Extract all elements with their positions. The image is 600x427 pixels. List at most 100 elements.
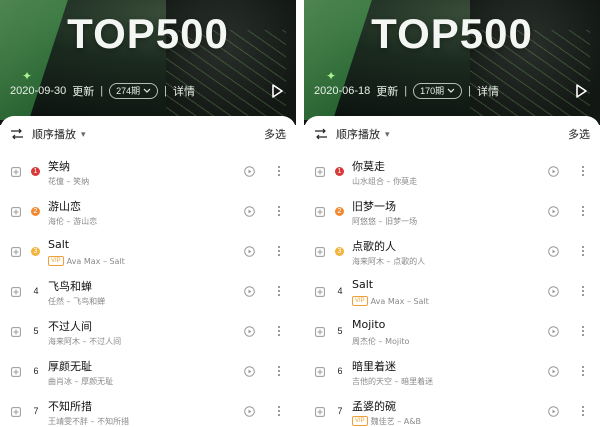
song-subtitle: 吉他的天空 – 暗里着迷 [352,376,528,386]
more-icon[interactable] [580,204,586,218]
table-row[interactable]: 5 Mojito 周杰伦 – Mojito [304,312,600,352]
play-circle-icon[interactable] [244,366,255,377]
play-circle-icon[interactable] [548,206,559,217]
track-list: 1 你莫走 山水组合 – 你莫走 2 旧梦一场 阿悠悠 – 旧梦一场 3 点歌的… [304,152,600,427]
play-circle-icon[interactable] [244,286,255,297]
play-mode-label: 顺序播放 [336,129,380,141]
table-row[interactable]: 3 Salt VIP Ava Max – Salt [0,232,296,272]
add-to-playlist-icon[interactable] [315,407,325,417]
multi-select-button[interactable]: 多选 [568,126,590,142]
details-link[interactable]: 详情 [477,83,499,99]
artist-line: 吉他的天空 – 暗里着迷 [352,376,434,386]
track-list-sheet: 顺序播放 ▾ 多选 1 你莫走 山水组合 – 你莫走 2 旧梦一场 阿悠悠 – … [304,116,600,427]
play-circle-icon[interactable] [244,326,255,337]
rank-number: 6 [337,366,343,376]
issue-selector[interactable]: 170期 [413,83,463,99]
sequential-play-icon[interactable] [10,127,24,141]
add-to-playlist-icon[interactable] [315,247,325,257]
table-row[interactable]: 4 Salt VIP Ava Max – Salt [304,272,600,312]
add-to-playlist-icon[interactable] [315,287,325,297]
play-circle-icon[interactable] [548,366,559,377]
artist-line: 周杰伦 – Mojito [352,336,410,346]
play-circle-icon[interactable] [244,246,255,257]
chart-meta: 2020-06-18 更新 | 170期 | 详情 [314,82,499,100]
issue-selector[interactable]: 274期 [109,83,159,99]
table-row[interactable]: 3 点歌的人 海来阿木 – 点歌的人 [304,232,600,272]
add-to-playlist-icon[interactable] [11,407,21,417]
table-row[interactable]: 1 你莫走 山水组合 – 你莫走 [304,152,600,192]
add-to-playlist-icon[interactable] [11,287,21,297]
song-subtitle: 王靖雯不胖 – 不知所措 [48,416,224,426]
play-mode-button[interactable]: 顺序播放 ▾ [32,126,86,142]
rank-number: 4 [337,286,343,296]
vip-badge: VIP [352,296,368,306]
song-subtitle: 任然 – 飞鸟和蝉 [48,296,224,306]
more-icon[interactable] [580,164,586,178]
add-to-playlist-icon[interactable] [11,207,21,217]
song-subtitle: 山水组合 – 你莫走 [352,176,528,186]
add-to-playlist-icon[interactable] [315,367,325,377]
table-row[interactable]: 7 不知所措 王靖雯不胖 – 不知所措 [0,392,296,427]
add-to-playlist-icon[interactable] [11,327,21,337]
more-icon[interactable] [276,364,282,378]
song-title: 游山恋 [48,200,81,213]
list-toolbar: 顺序播放 ▾ 多选 [314,124,590,144]
add-to-playlist-icon[interactable] [315,327,325,337]
more-icon[interactable] [276,284,282,298]
add-to-playlist-icon[interactable] [11,367,21,377]
table-row[interactable]: 2 旧梦一场 阿悠悠 – 旧梦一场 [304,192,600,232]
more-icon[interactable] [276,244,282,258]
more-icon[interactable] [580,404,586,418]
more-icon[interactable] [580,244,586,258]
play-all-icon[interactable] [268,82,286,100]
meta-separator: | [404,85,408,97]
sequential-play-icon[interactable] [314,127,328,141]
add-to-playlist-icon[interactable] [315,167,325,177]
artist-line: 王靖雯不胖 – 不知所措 [48,416,130,426]
play-circle-icon[interactable] [244,406,255,417]
rank-number: 7 [33,406,39,416]
rank-badge: 3 [335,247,344,256]
details-link[interactable]: 详情 [173,83,195,99]
play-circle-icon[interactable] [244,206,255,217]
panel-gap [296,0,304,427]
rank-number: 6 [33,366,39,376]
more-icon[interactable] [276,164,282,178]
play-circle-icon[interactable] [548,286,559,297]
more-icon[interactable] [580,284,586,298]
play-circle-icon[interactable] [548,246,559,257]
play-mode-label: 顺序播放 [32,129,76,141]
rank-badge: 2 [335,207,344,216]
more-icon[interactable] [580,364,586,378]
song-title: 你莫走 [352,160,385,173]
table-row[interactable]: 2 游山恋 海伦 – 游山恋 [0,192,296,232]
artist-line: 魏佳艺 – A&B [370,416,421,426]
more-icon[interactable] [580,324,586,338]
rank-badge: 3 [31,247,40,256]
play-circle-icon[interactable] [548,166,559,177]
add-to-playlist-icon[interactable] [315,207,325,217]
play-circle-icon[interactable] [548,406,559,417]
song-title: 暗里着迷 [352,360,396,373]
page-title: TOP500 [371,10,533,57]
more-icon[interactable] [276,324,282,338]
multi-select-button[interactable]: 多选 [264,126,286,142]
add-to-playlist-icon[interactable] [11,247,21,257]
more-icon[interactable] [276,404,282,418]
more-icon[interactable] [276,204,282,218]
table-row[interactable]: 4 飞鸟和蝉 任然 – 飞鸟和蝉 [0,272,296,312]
play-circle-icon[interactable] [244,166,255,177]
rank-number: 4 [33,286,39,296]
table-row[interactable]: 1 笑纳 花僮 – 笑纳 [0,152,296,192]
song-title: Salt [352,278,374,291]
table-row[interactable]: 6 厚颜无耻 曲肖冰 – 厚颜无耻 [0,352,296,392]
table-row[interactable]: 6 暗里着迷 吉他的天空 – 暗里着迷 [304,352,600,392]
chart-cover-header: ✦ TOP500 2020-06-18 更新 | 170期 | 详情 [304,0,600,125]
add-to-playlist-icon[interactable] [11,167,21,177]
table-row[interactable]: 5 不过人间 海来阿木 – 不过人间 [0,312,296,352]
song-title: Mojito [352,318,386,331]
play-mode-button[interactable]: 顺序播放 ▾ [336,126,390,142]
play-all-icon[interactable] [572,82,590,100]
table-row[interactable]: 7 孟婆的碗 VIP 魏佳艺 – A&B [304,392,600,427]
play-circle-icon[interactable] [548,326,559,337]
